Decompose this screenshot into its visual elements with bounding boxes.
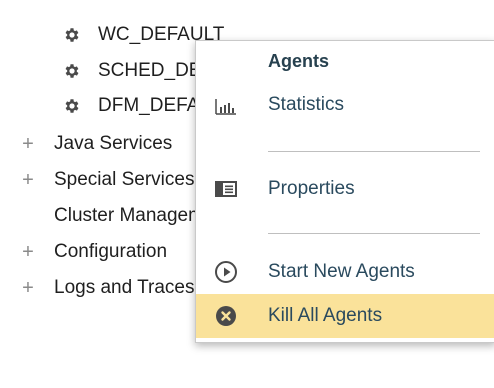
menu-separator bbox=[268, 151, 480, 152]
close-circle-icon bbox=[216, 306, 236, 326]
statistics-chart-icon bbox=[215, 99, 236, 115]
play-circle-icon bbox=[215, 261, 237, 283]
expand-icon[interactable]: + bbox=[20, 134, 36, 154]
menu-item-label: Properties bbox=[268, 178, 355, 199]
gear-icon bbox=[65, 99, 79, 113]
tree-node-label: Logs and Traces bbox=[54, 277, 195, 298]
menu-item-label: Kill All Agents bbox=[268, 305, 383, 326]
expand-icon bbox=[20, 208, 36, 224]
tree-node-label: Special Services bbox=[54, 169, 195, 190]
gear-icon bbox=[65, 64, 79, 78]
menu-item-kill-all-agents[interactable]: Kill All Agents bbox=[196, 294, 494, 338]
gear-icon bbox=[65, 28, 79, 42]
properties-icon bbox=[215, 181, 237, 197]
menu-item-statistics[interactable]: Statistics bbox=[196, 83, 494, 127]
tree-node-label: Java Services bbox=[54, 133, 173, 154]
agents-context-menu: Agents Statistics Properties Start New A… bbox=[195, 40, 494, 343]
menu-item-start-new-agents[interactable]: Start New Agents bbox=[196, 250, 494, 294]
tree-node-label: Configuration bbox=[54, 241, 168, 262]
menu-heading: Agents bbox=[268, 51, 330, 71]
menu-separator bbox=[268, 233, 480, 234]
expand-icon[interactable]: + bbox=[20, 278, 36, 298]
expand-icon[interactable]: + bbox=[20, 242, 36, 262]
menu-item-properties[interactable]: Properties bbox=[196, 167, 494, 211]
menu-item-label: Statistics bbox=[268, 94, 345, 115]
expand-icon[interactable]: + bbox=[20, 170, 36, 190]
menu-item-label: Start New Agents bbox=[268, 261, 415, 282]
